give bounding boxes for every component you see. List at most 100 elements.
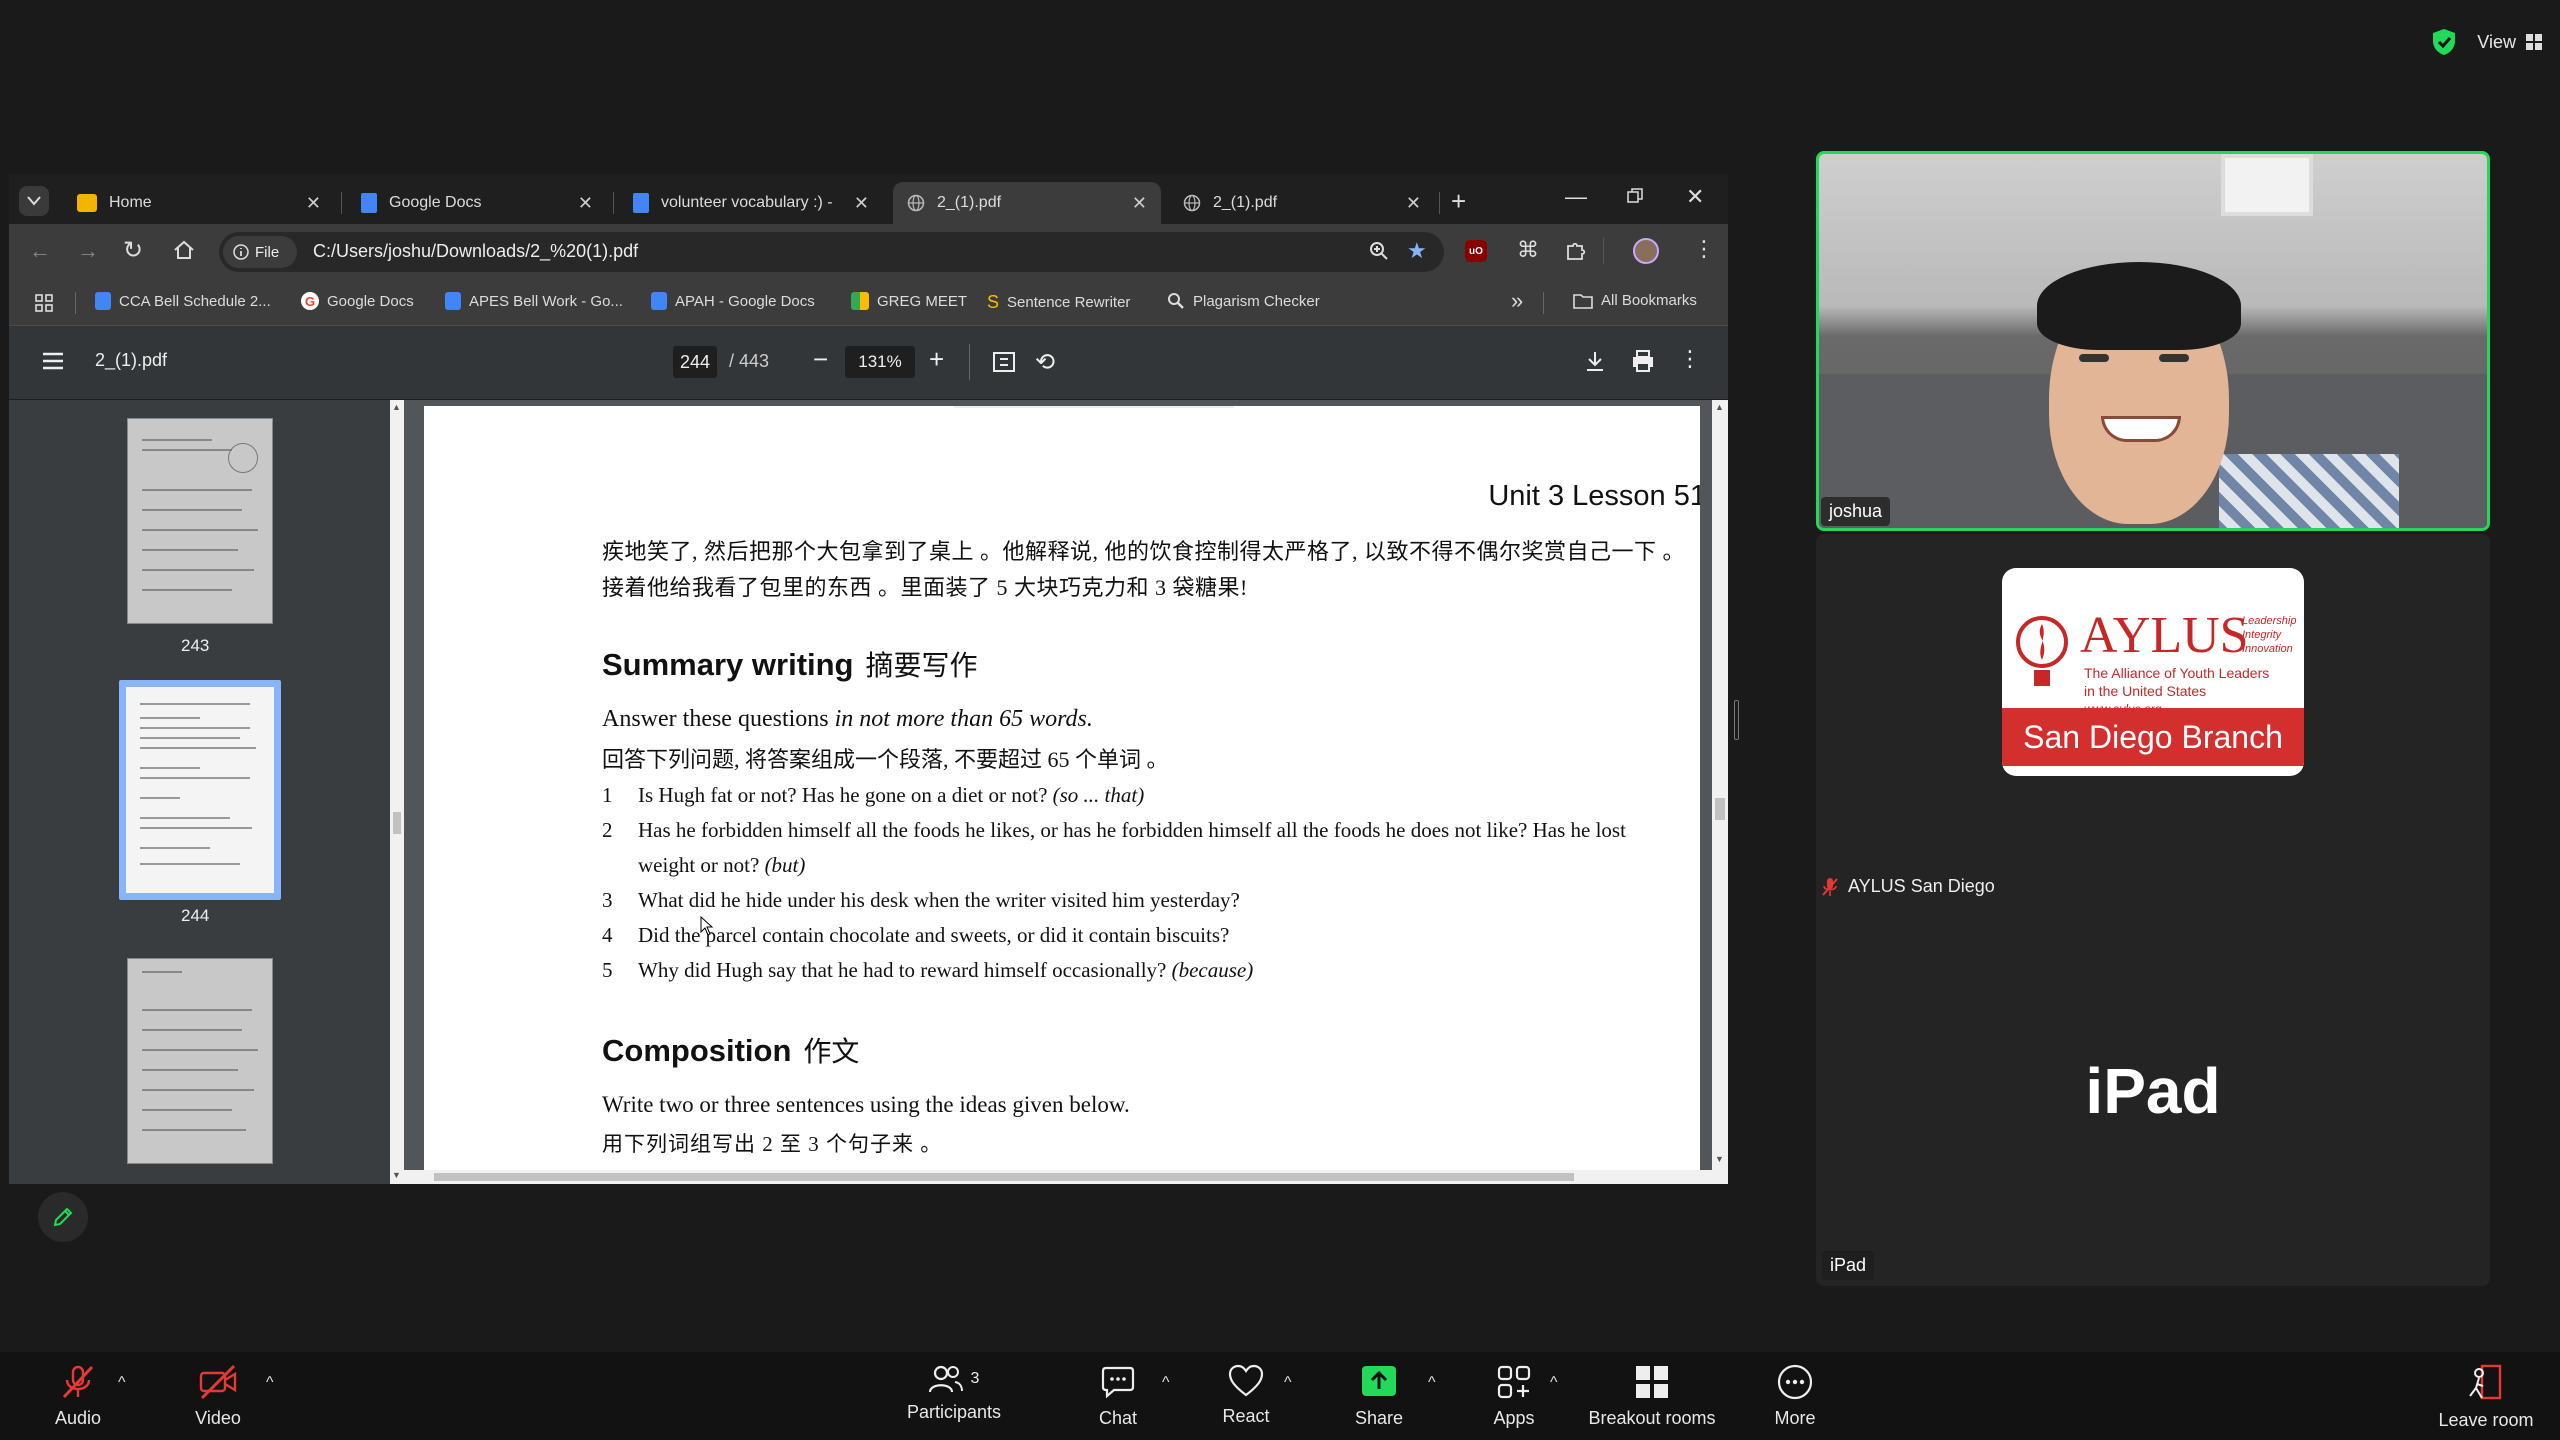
sidebar-scrollbar-thumb[interactable] bbox=[393, 812, 401, 834]
browser-menu-icon[interactable]: ⋮ bbox=[1693, 236, 1715, 262]
minimize-icon[interactable]: — bbox=[1565, 184, 1587, 210]
page-header: Unit 3 Lesson 51 bbox=[1488, 480, 1700, 512]
shortcut-extension-icon[interactable]: ⌘ bbox=[1517, 237, 1539, 263]
hamburger-menu-icon[interactable] bbox=[41, 351, 65, 371]
bookmark-google-docs[interactable]: G Google Docs bbox=[301, 292, 414, 310]
bookmark-label: GREG MEET bbox=[877, 292, 968, 310]
flame-bulb-icon bbox=[2016, 616, 2068, 686]
fit-page-icon[interactable] bbox=[993, 352, 1015, 372]
breakout-rooms-button[interactable]: Breakout rooms bbox=[1582, 1364, 1722, 1429]
bookmark-apah-docs[interactable]: APAH - Google Docs bbox=[651, 292, 815, 310]
new-tab-button[interactable]: + bbox=[1451, 186, 1466, 217]
tab-pdf-active[interactable]: 2_(1).pdf ✕ bbox=[893, 182, 1161, 224]
bookmark-apes-bell-work[interactable]: APES Bell Work - Go... bbox=[445, 292, 623, 310]
zoom-level-input[interactable]: 131% bbox=[845, 346, 915, 378]
thumbnail-number: 244 bbox=[181, 906, 210, 925]
annotate-button[interactable] bbox=[38, 1192, 88, 1242]
back-icon[interactable]: ← bbox=[29, 238, 51, 264]
apps-grid-icon[interactable] bbox=[35, 294, 53, 312]
apps-button[interactable]: Apps bbox=[1444, 1364, 1584, 1429]
security-shield-icon[interactable] bbox=[2431, 28, 2457, 56]
summary-writing-title: Summary writing bbox=[602, 647, 854, 682]
tab-pdf[interactable]: 2_(1).pdf ✕ bbox=[1169, 182, 1435, 224]
scroll-up-arrow-icon[interactable]: ▲ bbox=[1715, 402, 1724, 412]
close-tab-icon[interactable]: ✕ bbox=[1406, 193, 1421, 214]
site-info-chip[interactable]: File bbox=[223, 236, 297, 268]
apps-options-caret-icon[interactable]: ^ bbox=[1550, 1374, 1558, 1392]
home-icon[interactable] bbox=[173, 240, 195, 260]
forward-icon[interactable]: → bbox=[77, 238, 99, 264]
restore-icon[interactable] bbox=[1627, 188, 1643, 204]
download-icon[interactable] bbox=[1585, 350, 1605, 372]
close-tab-icon[interactable]: ✕ bbox=[578, 193, 593, 214]
viewer-scrollbar-thumb[interactable] bbox=[1715, 798, 1725, 820]
bookmark-sentence-rewriter[interactable]: S Sentence Rewriter bbox=[987, 292, 1130, 313]
scheme-label: File bbox=[255, 243, 280, 261]
all-bookmarks-button[interactable]: All Bookmarks bbox=[1573, 292, 1697, 309]
viewer-horizontal-scrollbar[interactable] bbox=[404, 1170, 1728, 1184]
print-icon[interactable] bbox=[1631, 350, 1655, 372]
pdf-more-icon[interactable]: ⋮ bbox=[1679, 346, 1701, 372]
bookmark-label: Google Docs bbox=[327, 292, 414, 310]
react-button[interactable]: React bbox=[1176, 1364, 1316, 1427]
address-bar[interactable]: File C:/Users/joshu/Downloads/2_%20(1).p… bbox=[219, 232, 1444, 272]
bookmark-cca-bell-schedule[interactable]: CCA Bell Schedule 2... bbox=[95, 292, 271, 310]
zoom-out-icon[interactable]: − bbox=[813, 344, 828, 375]
globe-favicon-icon bbox=[907, 194, 925, 212]
tab-divider bbox=[1439, 192, 1440, 214]
thumbnail-page-243[interactable] bbox=[127, 418, 273, 624]
tab-home[interactable]: Home ✕ bbox=[63, 182, 335, 224]
more-button[interactable]: More bbox=[1725, 1364, 1865, 1429]
scroll-down-arrow-icon[interactable]: ▼ bbox=[392, 1170, 401, 1180]
video-tile-joshua[interactable]: joshua bbox=[1816, 151, 2490, 531]
tab-search-button[interactable] bbox=[19, 186, 49, 216]
viewer-vertical-scrollbar[interactable]: ▲ ▼ bbox=[1712, 400, 1728, 1170]
leave-room-button[interactable]: Leave room bbox=[2416, 1364, 2556, 1431]
extensions-puzzle-icon[interactable] bbox=[1565, 240, 1587, 262]
zoom-magnifier-icon[interactable] bbox=[1369, 241, 1389, 261]
scroll-up-arrow-icon[interactable]: ▲ bbox=[392, 402, 401, 412]
panel-resize-handle[interactable] bbox=[1734, 700, 1739, 740]
question-item: 5 Why did Hugh say that he had to reward … bbox=[602, 953, 1626, 988]
question-item: 3 What did he hide under his desk when th… bbox=[602, 883, 1626, 918]
pencil-icon bbox=[53, 1207, 73, 1227]
ublock-extension-icon[interactable]: uO bbox=[1465, 240, 1487, 262]
bookmark-plagarism-checker[interactable]: Plagarism Checker bbox=[1167, 292, 1320, 310]
thumbnail-page-245[interactable] bbox=[127, 958, 273, 1164]
docs-bookmark-icon bbox=[651, 292, 667, 310]
page-number-input[interactable]: 244 bbox=[673, 346, 717, 378]
tab-volunteer-vocabulary[interactable]: volunteer vocabulary :) - ✕ bbox=[619, 182, 883, 224]
chat-options-caret-icon[interactable]: ^ bbox=[1162, 1374, 1170, 1392]
bookmarks-divider bbox=[1543, 292, 1544, 314]
zoom-in-icon[interactable]: + bbox=[929, 344, 944, 375]
participants-button[interactable]: 3 Participants bbox=[884, 1364, 1024, 1423]
rotate-icon[interactable]: ⟲ bbox=[1035, 348, 1055, 377]
audio-options-caret-icon[interactable]: ^ bbox=[118, 1374, 126, 1392]
bookmark-greg-meet[interactable]: GREG MEET bbox=[851, 292, 967, 310]
composition-instructions: Write two or three sentences using the i… bbox=[602, 1092, 1130, 1117]
audio-button[interactable]: Audio bbox=[8, 1364, 148, 1429]
close-tab-icon[interactable]: ✕ bbox=[854, 193, 869, 214]
meeting-controls: Audio ^ Video ^ 3 Participants Chat ^ Re… bbox=[0, 1352, 2560, 1440]
profile-avatar[interactable] bbox=[1633, 238, 1659, 264]
close-window-icon[interactable]: ✕ bbox=[1686, 184, 1704, 210]
video-options-caret-icon[interactable]: ^ bbox=[266, 1374, 274, 1392]
question-number: 5 bbox=[602, 958, 613, 982]
tab-google-docs[interactable]: Google Docs ✕ bbox=[347, 182, 607, 224]
view-button[interactable]: View bbox=[2477, 32, 2542, 53]
mouse-cursor-icon bbox=[700, 916, 714, 936]
reload-icon[interactable]: ↻ bbox=[123, 236, 143, 265]
thumbnail-page-244[interactable] bbox=[126, 687, 274, 893]
sidebar-scrollbar[interactable]: ▲ ▼ bbox=[390, 400, 404, 1184]
scroll-down-arrow-icon[interactable]: ▼ bbox=[1715, 1154, 1724, 1164]
close-tab-icon[interactable]: ✕ bbox=[306, 193, 321, 214]
bookmark-star-icon[interactable]: ★ bbox=[1407, 238, 1427, 264]
react-options-caret-icon[interactable]: ^ bbox=[1284, 1374, 1292, 1392]
share-options-caret-icon[interactable]: ^ bbox=[1428, 1374, 1436, 1392]
close-tab-icon[interactable]: ✕ bbox=[1132, 193, 1147, 214]
pdf-filename: 2_(1).pdf bbox=[95, 350, 168, 370]
bookmarks-overflow-icon[interactable]: » bbox=[1511, 288, 1523, 314]
chat-bubble-icon bbox=[1101, 1366, 1135, 1399]
share-label: Share bbox=[1354, 1408, 1404, 1428]
horizontal-scrollbar-thumb[interactable] bbox=[434, 1173, 1574, 1181]
